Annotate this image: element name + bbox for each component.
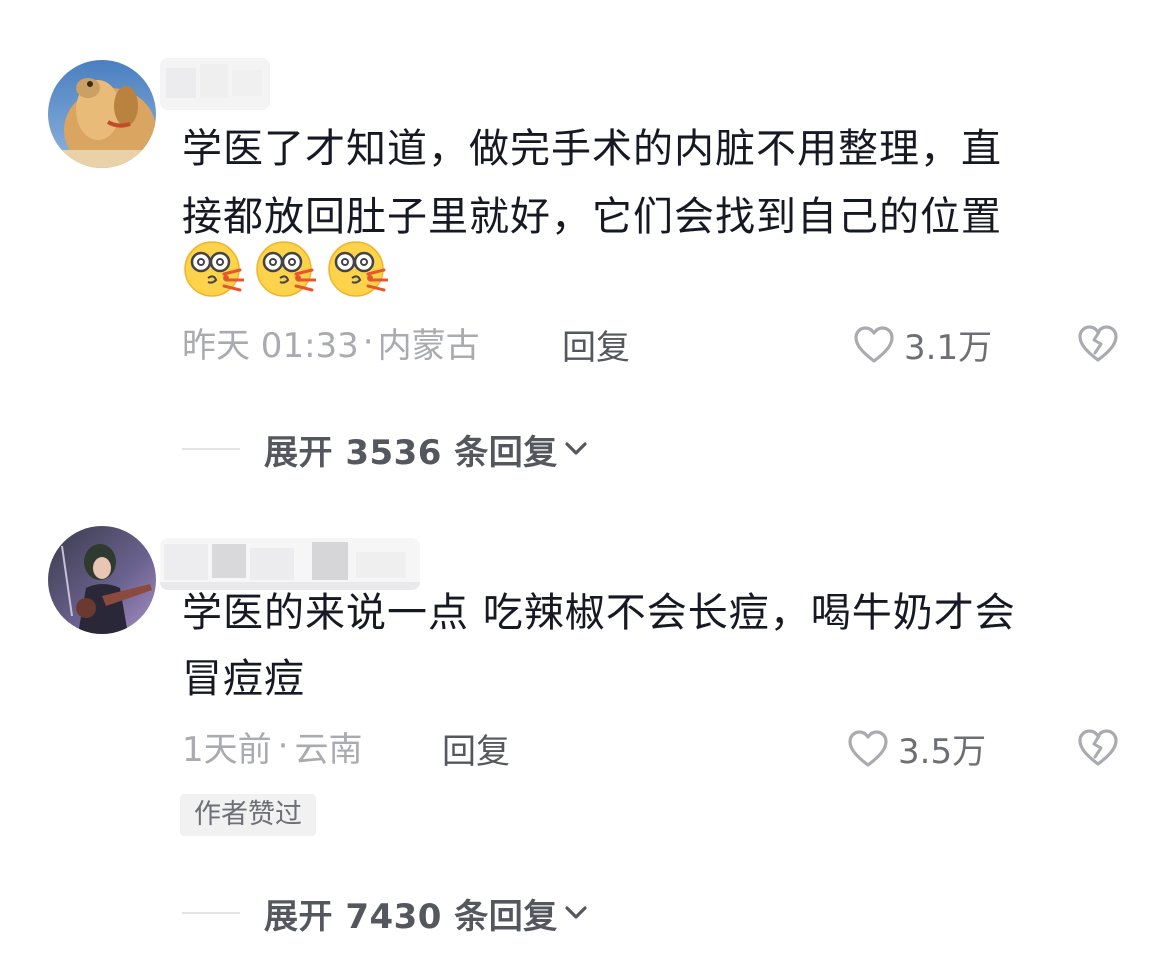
username[interactable] — [160, 58, 270, 110]
expand-replies-button[interactable]: 展开 7430 条回复 — [182, 888, 590, 938]
comment-text-line: 学医了才知道，做完手术的内脏不用整理，直 — [182, 126, 1002, 172]
heart-icon — [848, 729, 888, 767]
comment-text-line: 学医的来说一点 吃辣椒不会长痘，喝牛奶才会 — [182, 590, 1016, 636]
like-count: 3.1万 — [904, 328, 993, 368]
avatar[interactable] — [48, 60, 156, 168]
comment-time: 昨天 01:33 — [182, 325, 359, 366]
comment-meta: 昨天 01:33 · 内蒙古 — [182, 318, 480, 366]
comment-item: 学医的来说一点 吃辣椒不会长痘，喝牛奶才会 冒痘痘 1天前 · 云南 回复 3.… — [0, 490, 1170, 976]
like-button[interactable]: 3.5万 — [846, 724, 986, 773]
comment-text-line: 接都放回肚子里就好，它们会找到自己的位置 — [182, 194, 1002, 240]
comment-text: 学医了才知道，做完手术的内脏不用整理，直 接都放回肚子里就好，它们会找到自己的位… — [182, 122, 1122, 244]
meta-separator: · — [277, 726, 289, 766]
reply-button[interactable]: 回复 — [442, 724, 510, 773]
dizzy-kiss-emoji-icon — [182, 238, 246, 298]
expand-replies-label: 展开 7430 条回复 — [264, 896, 558, 937]
comment-text-line: 冒痘痘 — [182, 656, 305, 702]
expand-replies-label: 展开 3536 条回复 — [264, 432, 558, 473]
comment-time: 1天前 — [182, 729, 272, 770]
heart-icon — [854, 325, 894, 363]
chevron-down-icon — [565, 906, 587, 919]
comment-location: 内蒙古 — [377, 325, 480, 366]
comment-text: 学医的来说一点 吃辣椒不会长痘，喝牛奶才会 冒痘痘 — [182, 586, 1122, 706]
divider — [182, 448, 240, 450]
expand-replies-button[interactable]: 展开 3536 条回复 — [182, 424, 590, 474]
username[interactable] — [160, 538, 420, 590]
chevron-down-icon — [565, 442, 587, 455]
avatar[interactable] — [48, 526, 156, 634]
comment-item: 学医了才知道，做完手术的内脏不用整理，直 接都放回肚子里就好，它们会找到自己的位… — [0, 0, 1170, 490]
dizzy-kiss-emoji-icon — [254, 238, 318, 298]
comment-location: 云南 — [294, 729, 363, 770]
meta-separator: · — [362, 322, 374, 362]
reply-button[interactable]: 回复 — [562, 320, 630, 369]
like-count: 3.5万 — [898, 732, 987, 772]
broken-heart-icon[interactable] — [1076, 322, 1120, 366]
dizzy-kiss-emoji-icon — [326, 238, 390, 298]
divider — [182, 912, 240, 914]
author-liked-badge: 作者赞过 — [180, 794, 316, 836]
broken-heart-icon[interactable] — [1076, 726, 1120, 770]
comment-meta: 1天前 · 云南 — [182, 722, 362, 770]
emoji-row — [182, 238, 390, 298]
like-button[interactable]: 3.1万 — [852, 320, 992, 369]
